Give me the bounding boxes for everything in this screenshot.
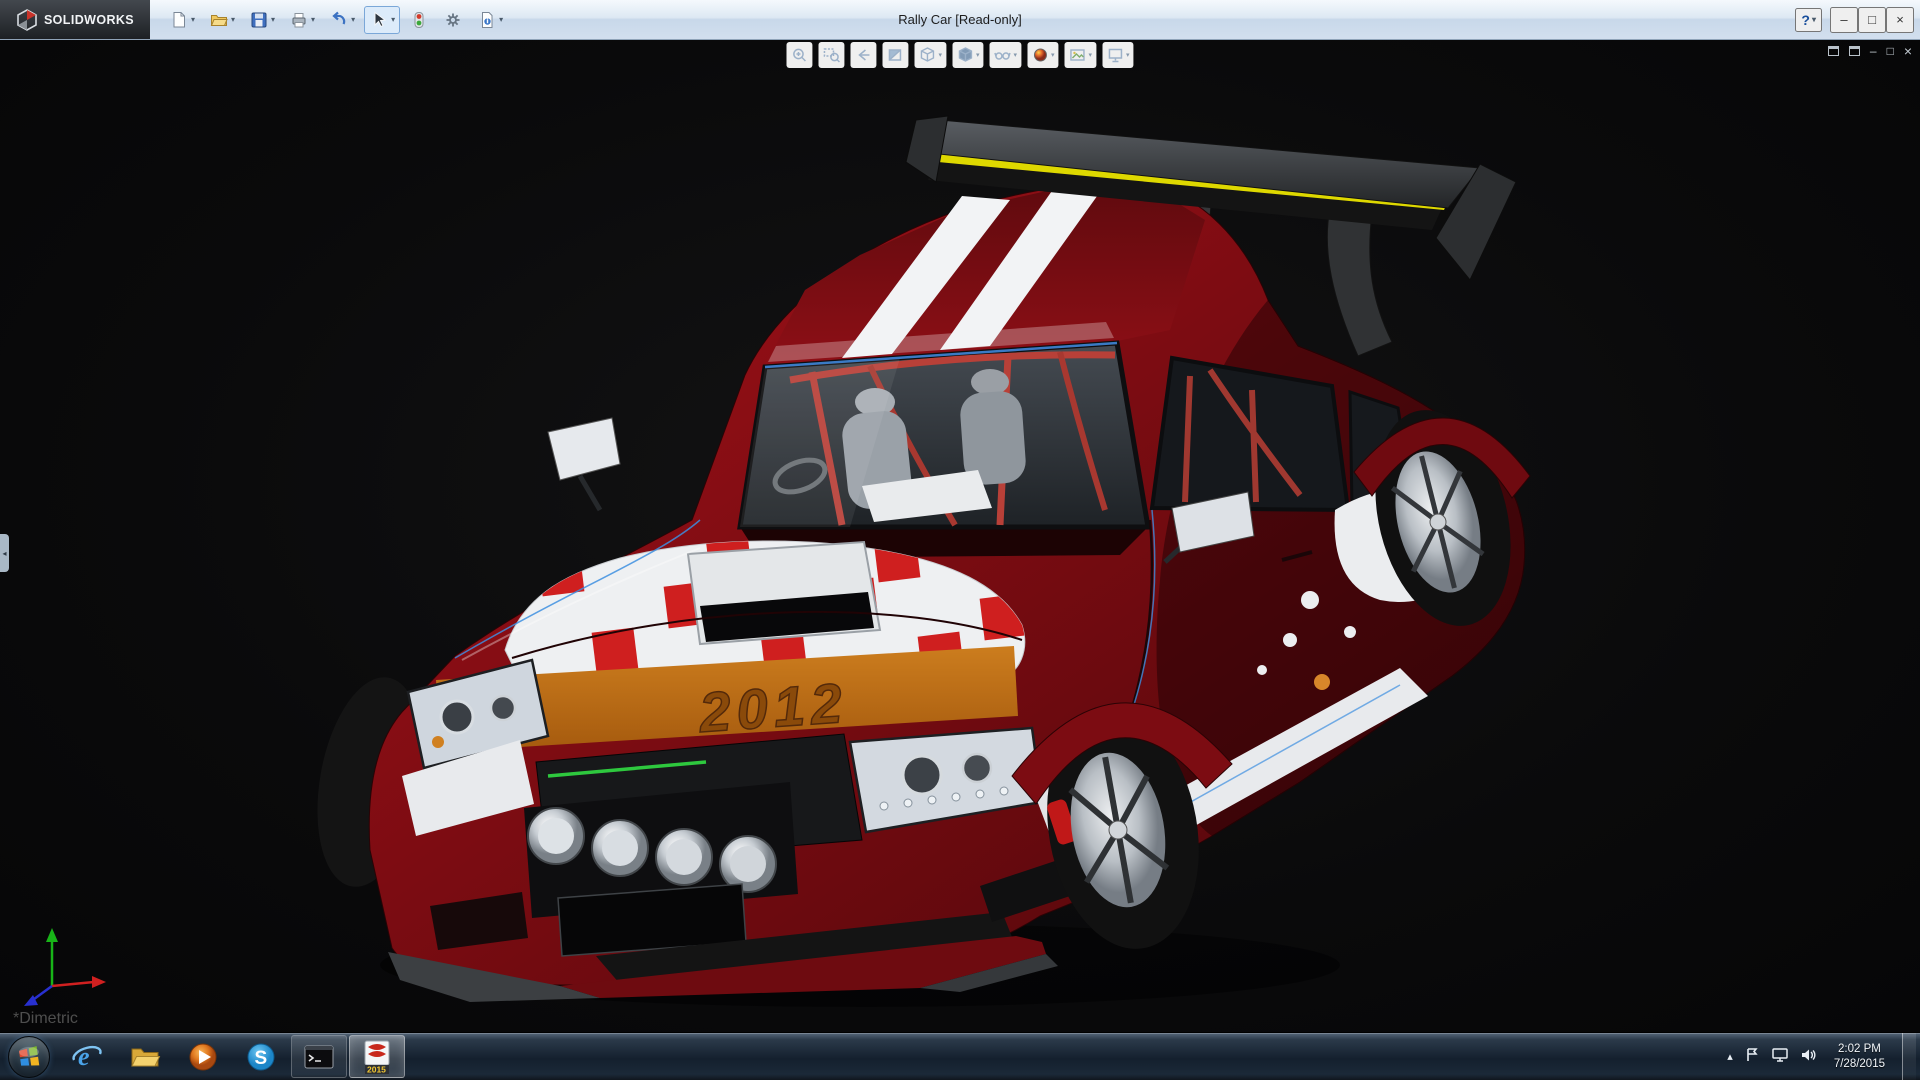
edit-appearance-button[interactable]: ▾ [1027,42,1059,68]
print-icon [289,10,309,30]
display-style-icon [956,46,974,64]
hidden-icons-chevron[interactable]: ▴ [1727,1050,1733,1063]
show-desktop-button[interactable] [1902,1033,1916,1080]
options-gear-icon [443,10,463,30]
solidworks-taskbar-button[interactable]: 2015 [349,1035,405,1078]
rebuild-button[interactable] [404,6,434,34]
standard-toolbar: ▾ ▾ ▾ ▾ [150,0,508,39]
command-prompt-icon [302,1042,336,1072]
taskbar: e S [0,1032,1920,1080]
reference-triad [24,928,106,1006]
undo-icon [329,10,349,30]
view-orientation-label: *Dimetric [13,1010,78,1028]
left-mirror[interactable] [548,418,620,510]
clock-date: 7/28/2015 [1834,1057,1885,1072]
hide-show-items-button[interactable]: ▾ [989,42,1021,68]
heads-up-view-toolbar: ▾ ▾ ▾ ▾ [786,42,1133,68]
zoom-to-area-button[interactable] [818,42,844,68]
open-folder-icon [209,10,229,30]
media-player-button[interactable] [175,1035,231,1078]
apply-scene-button[interactable]: ▾ [1065,42,1097,68]
new-document-button[interactable]: ▾ [164,6,200,34]
display-settings-button[interactable] [1771,1047,1789,1066]
solidworks-app-icon: 2015 [360,1039,394,1075]
help-button[interactable]: ? ▾ [1795,8,1822,32]
solidworks-window: SOLIDWORKS ▾ ▾ ▾ [0,0,1920,1080]
select-button[interactable]: ▾ [364,6,400,34]
panel-flyout-tab[interactable]: ◂ [0,534,9,572]
apply-scene-icon [1069,46,1087,64]
section-view-button[interactable] [882,42,908,68]
windshield[interactable] [740,343,1148,527]
document-restore-button[interactable]: □ [1887,45,1894,57]
hide-show-items-icon [993,46,1011,64]
document-close-button[interactable]: × [1904,44,1912,58]
document-minimize-button[interactable]: – [1870,45,1877,57]
taskbar-clock[interactable]: 2:02 PM 7/28/2015 [1828,1042,1891,1072]
title-bar: SOLIDWORKS ▾ ▾ ▾ [0,0,1920,40]
display-style-button[interactable]: ▾ [952,42,984,68]
new-document-icon [169,10,189,30]
options-button[interactable] [438,6,468,34]
app-logo: SOLIDWORKS [0,0,150,39]
system-tray: ▴ 2:02 PM 7/28/2015 [1727,1033,1920,1080]
brand-name: SOLIDWORKS [44,13,134,27]
previous-view-button[interactable] [850,42,876,68]
media-player-icon [186,1040,220,1074]
title-bar-right: ? ▾ – □ × [1795,7,1920,33]
edit-appearance-icon [1031,46,1049,64]
print-button[interactable]: ▾ [284,6,320,34]
file-properties-button[interactable]: ▾ [472,6,508,34]
internet-explorer-icon: e [70,1040,104,1074]
rebuild-stoplight-icon [409,10,429,30]
messenger-button[interactable]: S [233,1035,289,1078]
undo-button[interactable]: ▾ [324,6,360,34]
select-arrow-icon [369,10,389,30]
internet-explorer-button[interactable]: e [59,1035,115,1078]
command-prompt-button[interactable] [291,1035,347,1078]
solidworks-year-badge: 2015 [367,1064,386,1074]
minimize-button[interactable]: – [1830,7,1858,33]
hood-scoop[interactable] [688,542,880,644]
maximize-button[interactable]: □ [1858,7,1886,33]
model-viewport-canvas[interactable]: 2012 [0,40,1920,1032]
section-view-icon [886,46,904,64]
action-center-button[interactable] [1744,1047,1760,1066]
taskbar-apps: e S [58,1033,406,1080]
open-button[interactable]: ▾ [204,6,240,34]
save-button[interactable]: ▾ [244,6,280,34]
solidworks-logo-icon [16,9,38,31]
window-title: Rally Car [Read-only] [898,12,1022,27]
zoom-to-fit-icon [790,46,808,64]
windows-explorer-button[interactable] [117,1035,173,1078]
view-orientation-button[interactable]: ▾ [914,42,946,68]
close-button[interactable]: × [1886,7,1914,33]
action-center-flag-icon [1744,1047,1760,1063]
previous-view-icon [854,46,872,64]
view-orientation-icon [918,46,936,64]
zoom-to-fit-button[interactable] [786,42,812,68]
document-window-controls: – □ × [1828,44,1912,58]
folder-icon [128,1040,162,1074]
svg-text:e: e [78,1042,90,1071]
volume-button[interactable] [1800,1047,1817,1066]
clock-time: 2:02 PM [1834,1042,1885,1057]
rally-car-model[interactable]: 2012 [302,116,1531,1007]
car-decal-year: 2012 [696,671,850,744]
view-settings-icon [1106,46,1124,64]
view-settings-button[interactable]: ▾ [1102,42,1134,68]
windows-orb-icon [8,1036,50,1078]
pane-cascade-icon[interactable] [1849,46,1860,56]
display-icon [1771,1047,1789,1063]
graphics-area[interactable]: ▾ ▾ ▾ ▾ [0,40,1920,1032]
volume-icon [1800,1047,1817,1063]
save-icon [249,10,269,30]
file-properties-icon [477,10,497,30]
pane-icon[interactable] [1828,46,1839,56]
start-button[interactable] [0,1033,58,1080]
svg-text:S: S [255,1048,268,1069]
zoom-to-area-icon [822,46,840,64]
messenger-icon: S [244,1040,278,1074]
